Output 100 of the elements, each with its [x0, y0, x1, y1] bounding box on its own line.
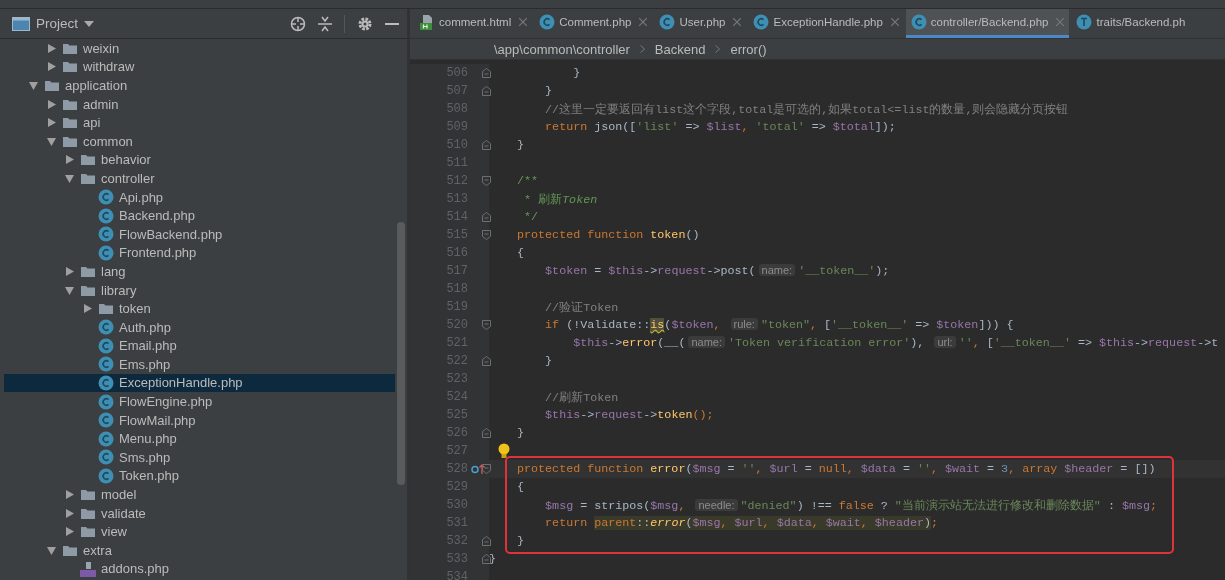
code-line: */	[523, 210, 539, 224]
collapsed-arrow-icon[interactable]	[64, 266, 74, 276]
tree-item[interactable]: admin	[4, 94, 395, 114]
tree-item[interactable]: weixin	[4, 39, 395, 58]
fold-end-marker-icon[interactable]	[482, 554, 491, 564]
code-line: return parent::error($msg, $url, $data, $wait, $header);	[544, 516, 938, 530]
class-icon	[539, 14, 556, 30]
settings-icon[interactable]	[357, 15, 373, 32]
collapsed-arrow-icon[interactable]	[46, 99, 56, 109]
code-line: }	[516, 138, 525, 152]
tree-item[interactable]: ExceptionHandle.php	[4, 373, 395, 393]
fold-end-marker-icon[interactable]	[482, 428, 491, 438]
editor-tab[interactable]: Comment.php	[534, 9, 653, 38]
tree-item[interactable]: Email.php	[4, 336, 395, 356]
tree-item[interactable]: addons.php	[4, 559, 395, 579]
tree-item[interactable]: validate	[4, 503, 395, 523]
editor-tab[interactable]: comment.html	[414, 9, 533, 38]
tree-item[interactable]: library	[4, 280, 395, 300]
chevron-icon	[715, 45, 721, 53]
collapsed-arrow-icon[interactable]	[64, 508, 74, 518]
collapsed-arrow-icon[interactable]	[64, 155, 74, 165]
class-icon	[753, 14, 770, 30]
close-icon[interactable]	[519, 18, 528, 26]
expanded-arrow-icon[interactable]	[46, 136, 56, 146]
breadcrumb-item[interactable]: \app\common\controller	[494, 41, 630, 57]
fold-marker-icon[interactable]	[482, 320, 491, 330]
tree-item[interactable]: Sms.php	[4, 448, 395, 467]
editor-tab[interactable]: User.php	[654, 9, 747, 38]
breadcrumb-item[interactable]: Backend	[654, 41, 706, 57]
code-line: if (!Validate::is($token, rule: "token", ['__token__' => $token])) {	[544, 318, 1014, 332]
class-icon	[910, 14, 927, 30]
tree-item[interactable]: controller	[4, 169, 395, 188]
tree-item[interactable]: FlowMail.php	[4, 410, 395, 430]
tree-item[interactable]: Api.php	[4, 187, 395, 207]
folder-icon	[98, 302, 114, 316]
code-line: //刷新Token	[544, 389, 619, 405]
collapsed-arrow-icon[interactable]	[46, 43, 56, 53]
caret-icon[interactable]	[84, 20, 95, 27]
tree-item[interactable]: lang	[4, 262, 395, 281]
tree-item[interactable]: behavior	[4, 150, 395, 170]
fold-end-marker-icon[interactable]	[482, 68, 491, 78]
expanded-arrow-icon[interactable]	[64, 285, 74, 295]
tree-item[interactable]: FlowEngine.php	[4, 392, 395, 411]
collapsed-arrow-icon[interactable]	[82, 304, 92, 314]
code-line: {	[516, 246, 525, 260]
target-icon[interactable]	[290, 15, 306, 32]
tree-item[interactable]: view	[4, 522, 395, 542]
expanded-arrow-icon[interactable]	[64, 173, 74, 183]
class-icon	[98, 375, 114, 391]
tree-item[interactable]: Ems.php	[4, 355, 395, 374]
tree-item[interactable]: application	[4, 76, 395, 95]
fold-marker-icon[interactable]	[482, 230, 491, 240]
editor-tab[interactable]: ExceptionHandle.php	[748, 9, 904, 38]
code-line: protected function error($msg = '', $url = null, $data = '', $wait = 3, array $header = [])	[516, 462, 1156, 476]
breadcrumb-item[interactable]: error()	[730, 41, 767, 57]
tree-item[interactable]: Auth.php	[4, 317, 395, 337]
fold-end-marker-icon[interactable]	[482, 86, 491, 96]
tree-item[interactable]: extra	[4, 541, 395, 560]
fold-end-marker-icon[interactable]	[482, 356, 491, 366]
close-icon[interactable]	[733, 18, 742, 26]
tree-item[interactable]: withdraw	[4, 57, 395, 77]
expanded-arrow-icon[interactable]	[28, 81, 38, 90]
tree-item[interactable]: api	[4, 113, 395, 132]
lightbulb-icon[interactable]	[498, 443, 510, 459]
folder-icon	[62, 116, 78, 130]
html-file-icon	[419, 14, 435, 30]
fold-end-marker-icon[interactable]	[482, 212, 491, 222]
class-icon	[98, 412, 114, 429]
editor-tab[interactable]: traits/Backend.ph	[1071, 9, 1191, 38]
code-line: /**	[516, 174, 539, 188]
folder-icon	[80, 283, 96, 297]
tree-item[interactable]: FlowBackend.php	[4, 224, 395, 244]
fold-end-marker-icon[interactable]	[482, 536, 491, 546]
panel-title[interactable]: Project	[36, 16, 79, 31]
tree-item[interactable]: token	[4, 299, 395, 318]
tree-item[interactable]: Menu.php	[4, 429, 395, 449]
code-line: }	[544, 84, 553, 98]
collapsed-arrow-icon[interactable]	[64, 490, 74, 500]
class-icon	[98, 319, 114, 336]
collapsed-arrow-icon[interactable]	[46, 118, 56, 128]
fold-marker-icon[interactable]	[482, 464, 491, 474]
scrollbar[interactable]	[397, 222, 405, 485]
code-line: }	[516, 534, 525, 548]
editor-tab[interactable]: controller/Backend.php	[905, 9, 1070, 38]
collapse-all-icon[interactable]	[318, 15, 332, 32]
tree-item[interactable]: model	[4, 485, 395, 504]
collapsed-arrow-icon[interactable]	[64, 527, 74, 537]
class-icon	[98, 430, 114, 447]
close-icon[interactable]	[639, 18, 648, 26]
tree-item[interactable]: Token.php	[4, 466, 395, 486]
fold-marker-icon[interactable]	[482, 176, 491, 186]
tree-item[interactable]: Frontend.php	[4, 243, 395, 263]
expanded-arrow-icon[interactable]	[46, 545, 56, 555]
tree-item[interactable]: common	[4, 131, 395, 151]
close-icon[interactable]	[890, 18, 899, 26]
class-icon	[659, 14, 676, 30]
code-line: $this->error(__( name: 'Token verification error'), url: '', ['__token__' => $this->request->t	[572, 336, 1219, 350]
fold-end-marker-icon[interactable]	[482, 140, 491, 150]
tree-item[interactable]: Backend.php	[4, 206, 395, 225]
collapsed-arrow-icon[interactable]	[46, 62, 56, 72]
